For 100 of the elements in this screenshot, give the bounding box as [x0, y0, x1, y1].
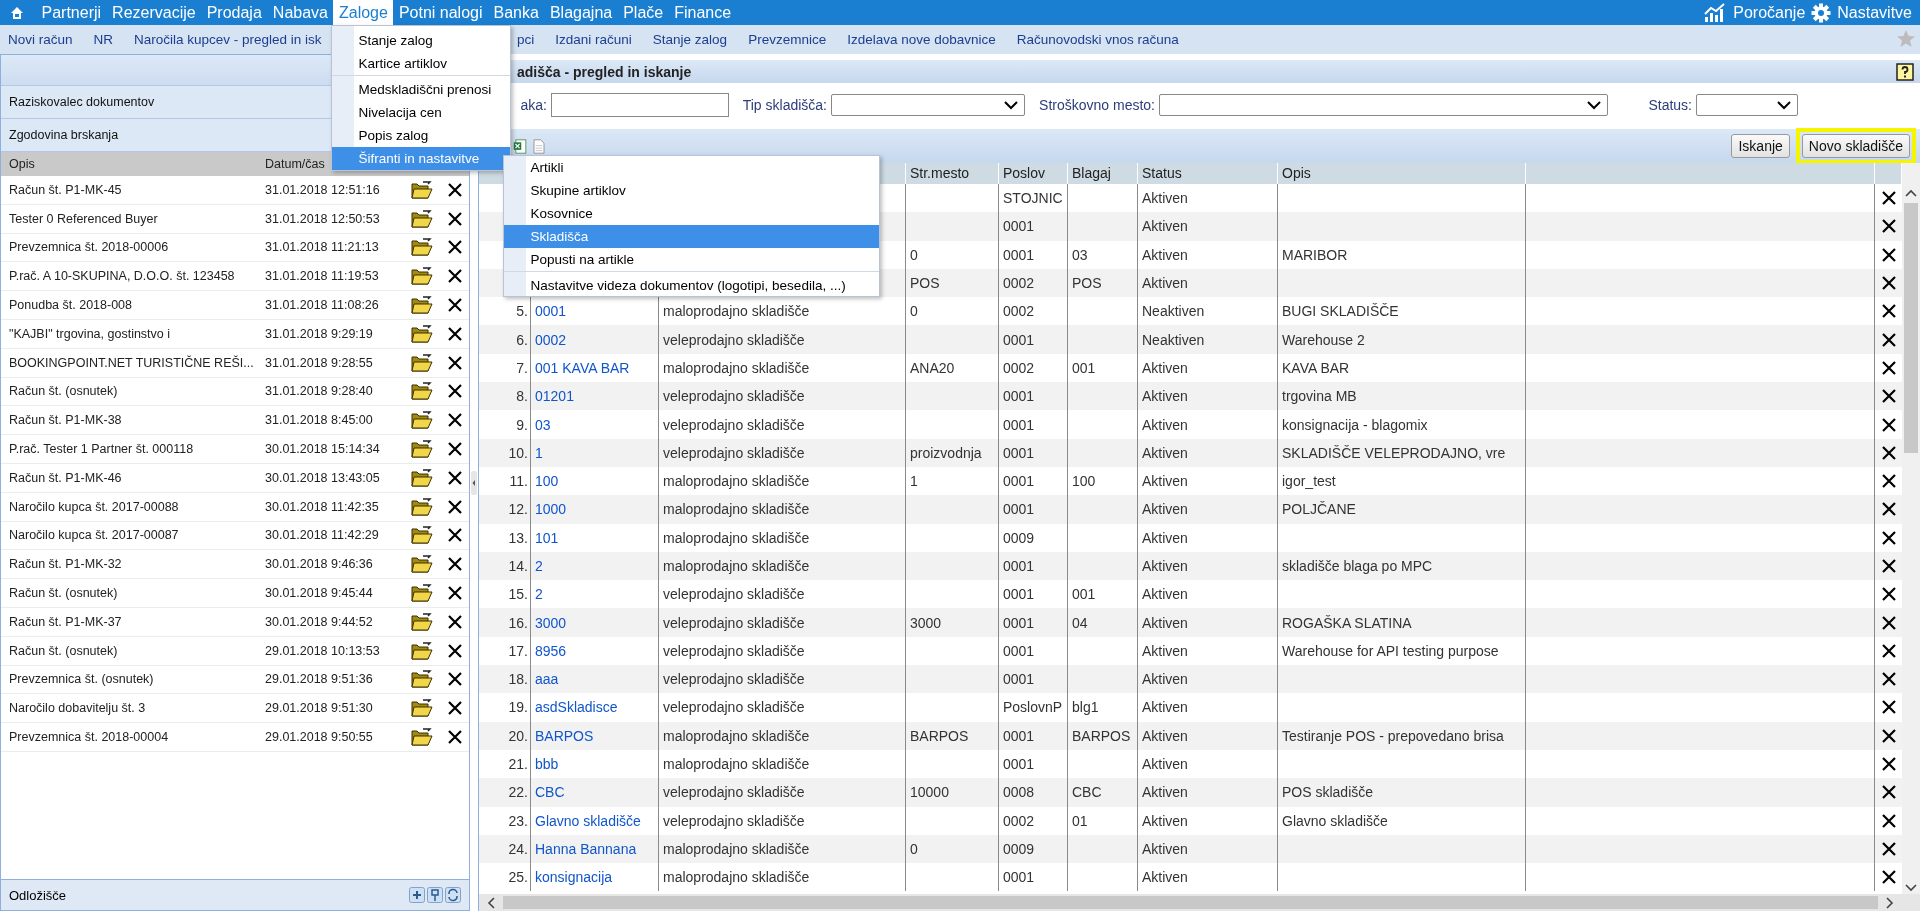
folder-icon[interactable]	[411, 296, 433, 315]
delete-icon[interactable]	[1880, 812, 1897, 829]
folder-icon[interactable]	[411, 497, 433, 516]
search-button[interactable]: Iskanje	[1731, 134, 1790, 158]
toolbar-link[interactable]: Novi račun	[8, 32, 73, 47]
delete-icon[interactable]	[1880, 331, 1897, 348]
warehouse-link[interactable]: 01201	[535, 388, 574, 405]
submenu-item[interactable]: Nastavitve videza dokumentov (logotipi, besedila, ...)	[504, 271, 880, 296]
toolbar-link[interactable]: Računovodski vnos računa	[1016, 32, 1179, 47]
delete-icon[interactable]	[447, 383, 463, 400]
delete-icon[interactable]	[447, 729, 463, 746]
history-link[interactable]: Prevzemnica št. (osnutek)	[1, 672, 265, 687]
toolbar-link[interactable]: Naročila kupcev - pregled in isk	[134, 32, 322, 47]
delete-icon[interactable]	[1880, 727, 1897, 744]
delete-icon[interactable]	[447, 700, 463, 717]
warehouse-link[interactable]: 101	[535, 529, 559, 546]
delete-icon[interactable]	[1880, 529, 1897, 546]
delete-icon[interactable]	[1880, 388, 1897, 405]
warehouse-link[interactable]: BARPOS	[535, 727, 594, 744]
toolbar-link[interactable]: Prevzemnice	[748, 32, 827, 47]
delete-icon[interactable]	[1880, 699, 1897, 716]
delete-icon[interactable]	[447, 441, 463, 458]
history-link[interactable]: Račun št. (osnutek)	[1, 384, 265, 399]
submenu-item[interactable]: Skupine artiklov	[504, 179, 880, 202]
delete-icon[interactable]	[447, 613, 463, 630]
delete-icon[interactable]	[1880, 614, 1897, 631]
delete-icon[interactable]	[1880, 558, 1897, 574]
scrollbar[interactable]	[1902, 163, 1920, 894]
reports-link[interactable]: Poročanje	[1703, 2, 1806, 23]
delete-icon[interactable]	[447, 556, 463, 573]
type-dropdown[interactable]	[831, 94, 1025, 116]
history-link[interactable]: P.rač. A 10-SKUPINA, D.O.O. št. 123458	[1, 269, 265, 284]
warehouse-link[interactable]: 1	[535, 444, 543, 461]
scrollbar-thumb[interactable]	[503, 896, 1878, 909]
status-dropdown[interactable]	[1696, 94, 1798, 116]
folder-icon[interactable]	[411, 267, 433, 286]
warehouse-link[interactable]: 1000	[535, 501, 567, 518]
history-link[interactable]: Tester 0 Referenced Buyer	[1, 211, 265, 226]
history-link[interactable]: Račun št. P1-MK-37	[1, 614, 265, 629]
menu-item[interactable]: Prodaja	[201, 0, 268, 25]
delete-icon[interactable]	[447, 412, 463, 429]
help-icon[interactable]	[1896, 62, 1914, 81]
settings-link[interactable]: Nastavitve	[1811, 2, 1912, 23]
warehouse-link[interactable]: 03	[535, 416, 551, 433]
pin-icon[interactable]	[427, 887, 443, 903]
warehouse-link[interactable]: 001 KAVA BAR	[535, 359, 630, 376]
folder-icon[interactable]	[411, 324, 433, 343]
folder-icon[interactable]	[411, 699, 433, 718]
folder-icon[interactable]	[411, 238, 433, 257]
history-link[interactable]: Naročilo kupca št. 2017-00087	[1, 528, 265, 543]
delete-icon[interactable]	[447, 527, 463, 544]
delete-icon[interactable]	[1880, 756, 1897, 773]
folder-icon[interactable]	[411, 209, 433, 228]
spreadsheet-icon[interactable]	[513, 138, 527, 154]
submenu-item[interactable]: Kosovnice	[504, 202, 880, 225]
warehouse-link[interactable]: 2	[535, 558, 543, 574]
history-link[interactable]: Račun št. (osnutek)	[1, 586, 265, 601]
warehouse-link[interactable]: CBC	[535, 784, 565, 801]
folder-icon[interactable]	[411, 526, 433, 545]
scroll-down-icon[interactable]	[1904, 882, 1918, 894]
delete-icon[interactable]	[447, 498, 463, 515]
warehouse-link[interactable]: 8956	[535, 642, 567, 659]
delete-icon[interactable]	[447, 354, 463, 371]
delete-icon[interactable]	[1880, 444, 1897, 461]
history-link[interactable]: Naročilo dobavitelju št. 3	[1, 701, 265, 716]
home-icon[interactable]	[10, 5, 24, 20]
cost-center-dropdown[interactable]	[1159, 94, 1608, 116]
delete-icon[interactable]	[1880, 869, 1897, 886]
warehouse-link[interactable]: 0002	[535, 331, 567, 348]
delete-icon[interactable]	[1880, 671, 1897, 688]
delete-icon[interactable]	[1880, 784, 1897, 801]
delete-icon[interactable]	[447, 181, 463, 198]
menu-item[interactable]: Potni nalogi	[393, 0, 489, 25]
delete-icon[interactable]	[1880, 218, 1897, 235]
history-link[interactable]: Račun št. P1-MK-32	[1, 557, 265, 572]
delete-icon[interactable]	[1880, 359, 1897, 376]
folder-icon[interactable]	[411, 411, 433, 430]
folder-icon[interactable]	[411, 641, 433, 660]
history-link[interactable]: Račun št. P1-MK-45	[1, 182, 265, 197]
delete-icon[interactable]	[1880, 416, 1897, 433]
menu-item[interactable]: Finance	[668, 0, 737, 25]
warehouse-link[interactable]: konsignacija	[535, 869, 613, 886]
delete-icon[interactable]	[447, 469, 463, 486]
folder-icon[interactable]	[411, 353, 433, 372]
delete-icon[interactable]	[447, 325, 463, 342]
scrollbar[interactable]	[479, 894, 1920, 911]
folder-icon[interactable]	[411, 440, 433, 459]
toolbar-link[interactable]: NR	[93, 32, 114, 47]
history-link[interactable]: P.rač. Tester 1 Partner št. 000118	[1, 442, 265, 457]
new-warehouse-button[interactable]: Novo skladišče	[1801, 134, 1910, 158]
history-link[interactable]: Prevzemnica št. 2018-00004	[1, 730, 265, 745]
star-icon[interactable]	[1896, 29, 1916, 49]
warehouse-link[interactable]: 2	[535, 586, 543, 603]
refresh-icon[interactable]	[445, 887, 461, 903]
delete-icon[interactable]	[1880, 642, 1897, 659]
collapse-handle[interactable]	[471, 470, 477, 495]
warehouse-link[interactable]: 100	[535, 473, 559, 490]
warehouse-link[interactable]: 3000	[535, 614, 567, 631]
dropdown-item[interactable]: Kartice artiklov	[332, 52, 511, 75]
history-link[interactable]: Račun št. P1-MK-38	[1, 413, 265, 428]
